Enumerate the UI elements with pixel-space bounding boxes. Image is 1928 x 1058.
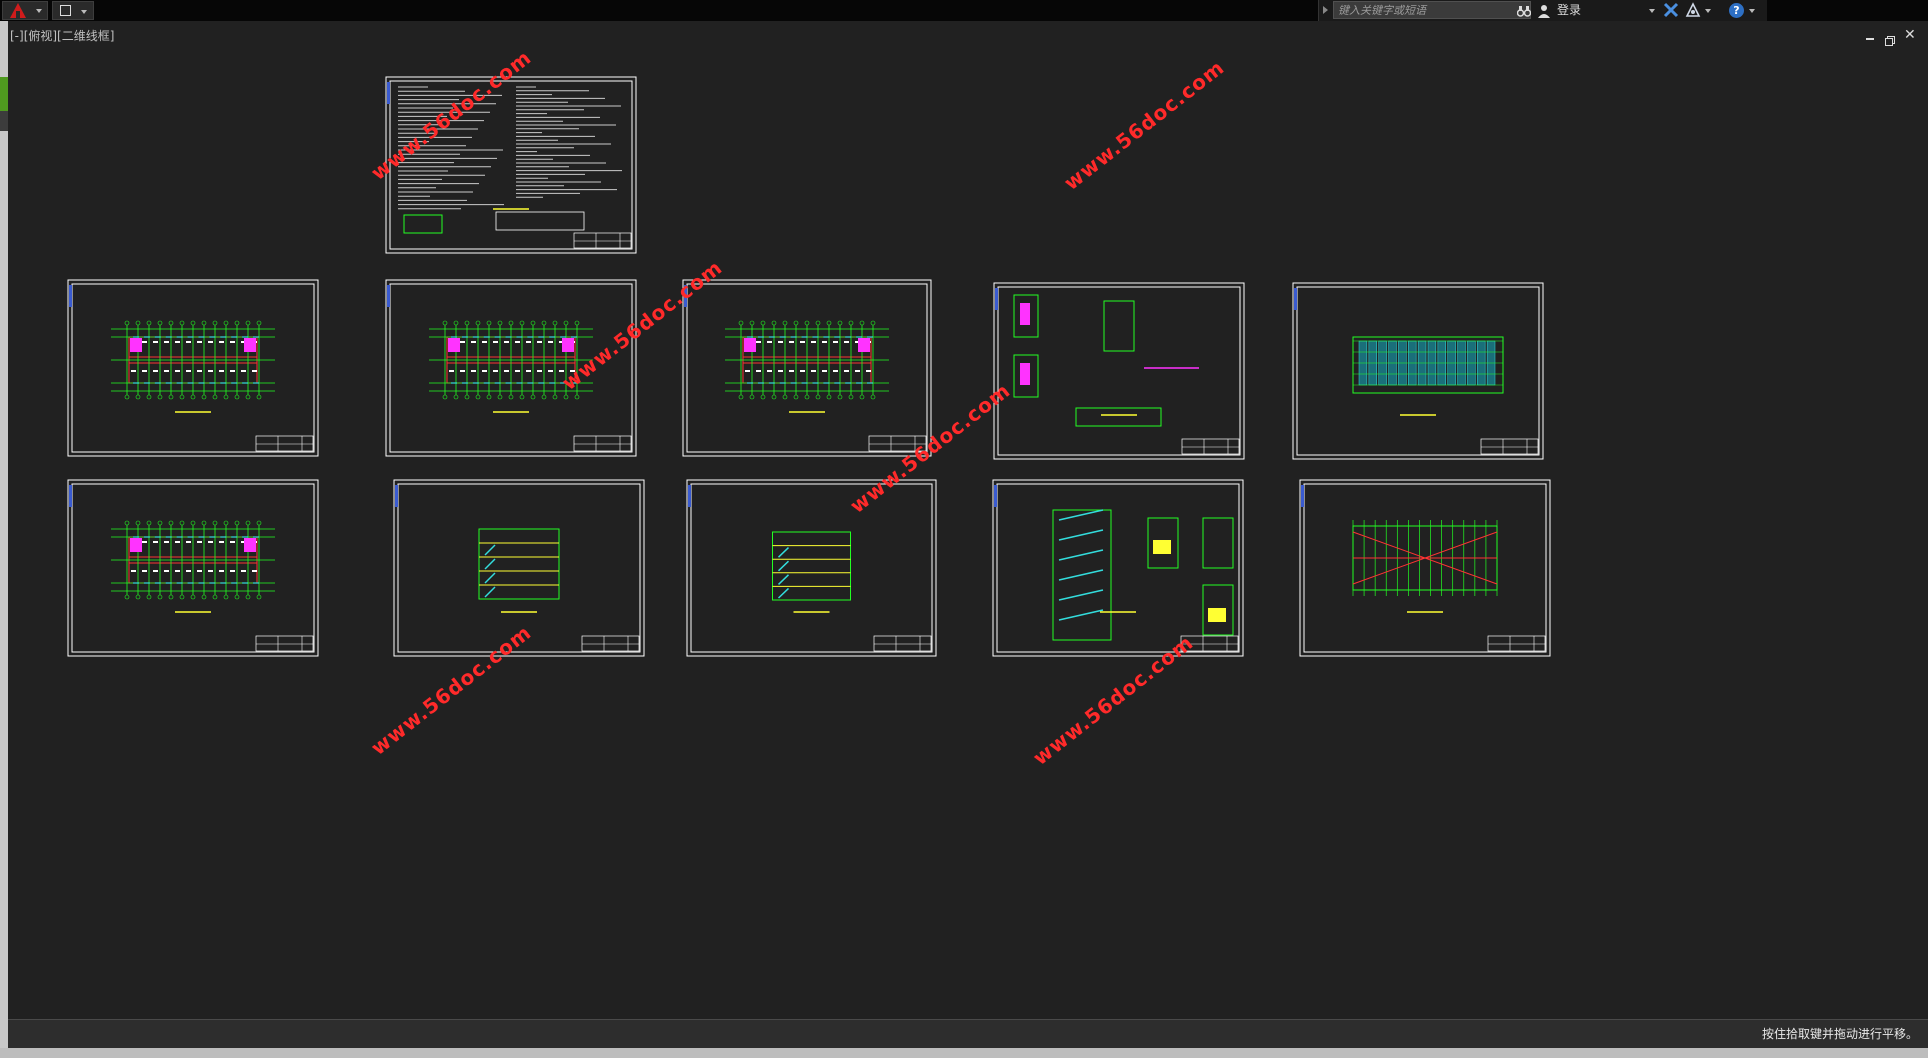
watermark-text: www.56doc.com [366, 45, 536, 185]
left-panel-tab[interactable] [0, 77, 8, 111]
left-panel-scroll[interactable] [0, 111, 8, 131]
watermark-text: www.56doc.com [1059, 55, 1229, 195]
save-icon [60, 5, 71, 16]
search-input[interactable] [1333, 1, 1531, 19]
help-icon[interactable]: ? [1729, 3, 1744, 18]
status-message: 按住拾取键并拖动进行平移。 [1761, 1027, 1918, 1041]
drawing-canvas[interactable]: www.56doc.com www.56doc.com www.56doc.com w… [8, 21, 1928, 1019]
left-panel-strip [0, 21, 8, 1058]
quick-access-toolbar-button[interactable] [52, 1, 94, 20]
title-bar: 登录 ? [0, 0, 1928, 21]
watermark-text: www.56doc.com [366, 620, 536, 760]
exchange-icon[interactable] [1663, 2, 1679, 18]
watermark-text: www.56doc.com [557, 255, 727, 395]
title-block [255, 435, 314, 452]
chevron-down-icon [36, 9, 42, 13]
bottom-frame [0, 1048, 1928, 1058]
chevron-down-icon[interactable] [1749, 9, 1755, 13]
drawing-sheet[interactable] [993, 282, 1245, 460]
watermark-text: www.56doc.com [1028, 630, 1198, 770]
chevron-down-icon [81, 10, 87, 14]
sign-in-label[interactable]: 登录 [1557, 0, 1581, 21]
title-block [1487, 635, 1546, 652]
restore-drawing-button[interactable] [1885, 31, 1895, 46]
close-drawing-button[interactable]: ✕ [1904, 28, 1916, 42]
cad-drawing[interactable]: www.56doc.com www.56doc.comwww.56doc.comw… [8, 21, 1928, 1019]
drawing-sheet[interactable] [1299, 479, 1551, 657]
a360-icon[interactable] [1685, 2, 1701, 18]
title-block [873, 635, 932, 652]
status-bar: 按住拾取键并拖动进行平移。 [8, 1019, 1928, 1049]
watermark-text: www.56doc.com [845, 378, 1015, 518]
drawing-sheet[interactable] [686, 479, 937, 657]
title-block [1480, 438, 1539, 455]
title-block [573, 232, 632, 249]
title-block [1181, 438, 1240, 455]
infocenter: 登录 ? [1318, 0, 1767, 21]
title-block [573, 435, 632, 452]
binoculars-icon[interactable] [1516, 0, 1532, 21]
chevron-down-icon[interactable] [1649, 9, 1655, 13]
expand-arrow-icon[interactable] [1323, 6, 1328, 14]
minimize-drawing-button[interactable] [1866, 38, 1874, 40]
title-block [581, 635, 640, 652]
user-icon[interactable] [1537, 3, 1551, 18]
title-block [255, 635, 314, 652]
application-menu-button[interactable] [2, 1, 48, 20]
viewport-controls-label[interactable]: [-][俯视][二维线框] [10, 27, 114, 44]
chevron-down-icon[interactable] [1705, 9, 1711, 13]
